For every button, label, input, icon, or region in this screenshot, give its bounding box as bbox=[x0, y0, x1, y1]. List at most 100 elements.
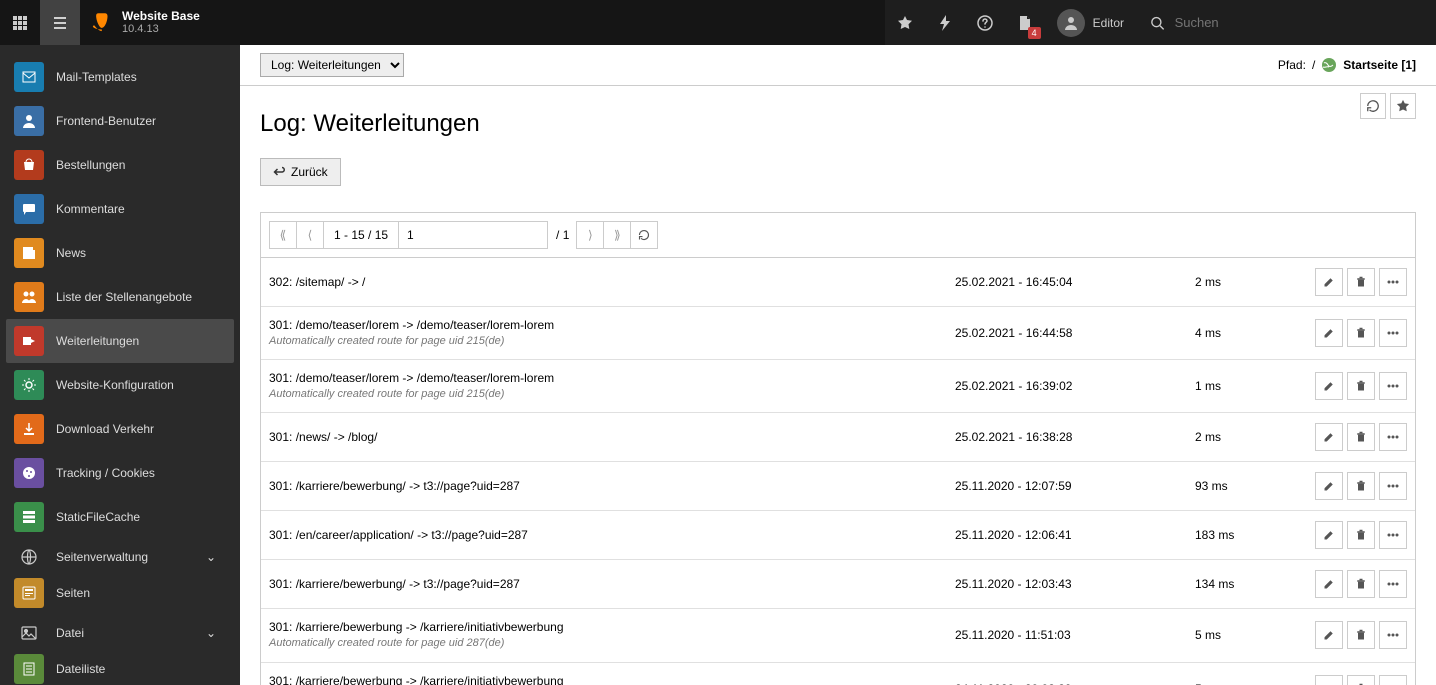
sidebar-item-label: Website-Konfiguration bbox=[56, 378, 174, 392]
edit-button[interactable] bbox=[1315, 472, 1343, 500]
sidebar-item-label: Bestellungen bbox=[56, 158, 125, 172]
delete-button[interactable] bbox=[1347, 472, 1375, 500]
apps-button[interactable] bbox=[0, 0, 40, 45]
bestellungen-icon bbox=[14, 150, 44, 180]
search-input[interactable] bbox=[1175, 15, 1422, 30]
more-button[interactable] bbox=[1379, 472, 1407, 500]
delete-button[interactable] bbox=[1347, 675, 1375, 685]
group-datei[interactable]: Datei ⌄ bbox=[6, 615, 234, 647]
more-button[interactable] bbox=[1379, 521, 1407, 549]
more-button[interactable] bbox=[1379, 621, 1407, 649]
page-prev-button[interactable]: ⟨ bbox=[296, 221, 324, 249]
row-title: 301: /news/ -> /blog/ bbox=[269, 429, 955, 446]
notifications-button[interactable]: 4 bbox=[1005, 0, 1045, 45]
page-next-button[interactable]: ⟩ bbox=[576, 221, 604, 249]
edit-button[interactable] bbox=[1315, 521, 1343, 549]
user-icon bbox=[1063, 15, 1079, 31]
user-menu[interactable]: Editor bbox=[1045, 0, 1136, 45]
pencil-icon bbox=[1323, 431, 1335, 443]
log-panel: ⟪ ⟨ 1 - 15 / 15 / 1 ⟩ ⟫ 302: /sitemap/ -… bbox=[260, 212, 1416, 685]
sidebar-item-stellenangebote[interactable]: Liste der Stellenangebote bbox=[6, 275, 234, 319]
sidebar-item-dateiliste[interactable]: Dateiliste bbox=[6, 647, 234, 685]
module-select[interactable]: Log: Weiterleitungen bbox=[260, 53, 404, 77]
sidebar-item-seiten[interactable]: Seiten bbox=[6, 571, 234, 615]
bookmark-button[interactable] bbox=[885, 0, 925, 45]
ellipsis-icon bbox=[1387, 633, 1399, 637]
log-row: 301: /karriere/bewerbung -> /karriere/in… bbox=[261, 609, 1415, 662]
page-input[interactable] bbox=[398, 221, 548, 249]
log-row: 302: /sitemap/ -> /25.02.2021 - 16:45:04… bbox=[261, 258, 1415, 307]
page-first-button[interactable]: ⟪ bbox=[269, 221, 297, 249]
row-subtitle: Automatically created route for page uid… bbox=[269, 636, 955, 651]
page-reload-button[interactable] bbox=[630, 221, 658, 249]
sidebar-item-label: Download Verkehr bbox=[56, 422, 154, 436]
edit-button[interactable] bbox=[1315, 621, 1343, 649]
search-block[interactable] bbox=[1136, 0, 1436, 45]
pencil-icon bbox=[1323, 380, 1335, 392]
star-icon bbox=[897, 15, 913, 31]
more-button[interactable] bbox=[1379, 423, 1407, 451]
sidebar-item-mail-templates[interactable]: Mail-Templates bbox=[6, 55, 234, 99]
edit-button[interactable] bbox=[1315, 423, 1343, 451]
more-button[interactable] bbox=[1379, 675, 1407, 685]
edit-button[interactable] bbox=[1315, 372, 1343, 400]
refresh-button[interactable] bbox=[1360, 93, 1386, 119]
more-button[interactable] bbox=[1379, 319, 1407, 347]
delete-button[interactable] bbox=[1347, 570, 1375, 598]
sidebar-item-news[interactable]: News bbox=[6, 231, 234, 275]
stellenangebote-icon bbox=[14, 282, 44, 312]
trash-icon bbox=[1355, 578, 1367, 590]
delete-button[interactable] bbox=[1347, 319, 1375, 347]
sidebar-item-tracking-cookies[interactable]: Tracking / Cookies bbox=[6, 451, 234, 495]
root-page-link[interactable]: Startseite [1] bbox=[1343, 58, 1416, 72]
delete-button[interactable] bbox=[1347, 372, 1375, 400]
clear-cache-button[interactable] bbox=[925, 0, 965, 45]
apps-icon bbox=[12, 15, 28, 31]
delete-button[interactable] bbox=[1347, 621, 1375, 649]
more-button[interactable] bbox=[1379, 268, 1407, 296]
page-last-button[interactable]: ⟫ bbox=[603, 221, 631, 249]
sidebar-item-frontend-benutzer[interactable]: Frontend-Benutzer bbox=[6, 99, 234, 143]
sidebar-item-weiterleitungen[interactable]: Weiterleitungen bbox=[6, 319, 234, 363]
avatar bbox=[1057, 9, 1085, 37]
ellipsis-icon bbox=[1387, 484, 1399, 488]
edit-button[interactable] bbox=[1315, 319, 1343, 347]
more-button[interactable] bbox=[1379, 372, 1407, 400]
row-date: 25.02.2021 - 16:45:04 bbox=[955, 275, 1195, 289]
ellipsis-icon bbox=[1387, 533, 1399, 537]
log-row: 301: /demo/teaser/lorem -> /demo/teaser/… bbox=[261, 307, 1415, 360]
row-duration: 183 ms bbox=[1195, 528, 1305, 542]
sidebar-item-label: Tracking / Cookies bbox=[56, 466, 155, 480]
delete-button[interactable] bbox=[1347, 521, 1375, 549]
bookmark-page-button[interactable] bbox=[1390, 93, 1416, 119]
return-icon bbox=[273, 166, 285, 178]
edit-button[interactable] bbox=[1315, 675, 1343, 685]
delete-button[interactable] bbox=[1347, 423, 1375, 451]
sidebar-item-staticfilecache[interactable]: StaticFileCache bbox=[6, 495, 234, 539]
row-duration: 4 ms bbox=[1195, 326, 1305, 340]
edit-button[interactable] bbox=[1315, 268, 1343, 296]
row-duration: 1 ms bbox=[1195, 379, 1305, 393]
bolt-icon bbox=[938, 15, 952, 31]
back-button[interactable]: Zurück bbox=[260, 158, 341, 186]
search-icon bbox=[1150, 15, 1165, 31]
delete-button[interactable] bbox=[1347, 268, 1375, 296]
sidebar-item-website-konfiguration[interactable]: Website-Konfiguration bbox=[6, 363, 234, 407]
modules-button[interactable] bbox=[40, 0, 80, 45]
sidebar-item-bestellungen[interactable]: Bestellungen bbox=[6, 143, 234, 187]
help-icon bbox=[977, 15, 993, 31]
row-title: 301: /karriere/bewerbung -> /karriere/in… bbox=[269, 673, 955, 685]
group-seitenverwaltung[interactable]: Seitenverwaltung ⌄ bbox=[6, 539, 234, 571]
page-title: Log: Weiterleitungen bbox=[240, 86, 1436, 152]
trash-icon bbox=[1355, 276, 1367, 288]
more-button[interactable] bbox=[1379, 570, 1407, 598]
sidebar-item-download-verkehr[interactable]: Download Verkehr bbox=[6, 407, 234, 451]
log-row: 301: /en/career/application/ -> t3://pag… bbox=[261, 511, 1415, 560]
edit-button[interactable] bbox=[1315, 570, 1343, 598]
help-button[interactable] bbox=[965, 0, 1005, 45]
trash-icon bbox=[1355, 380, 1367, 392]
sidebar-item-kommentare[interactable]: Kommentare bbox=[6, 187, 234, 231]
logo-block[interactable]: Website Base 10.4.13 bbox=[80, 0, 214, 45]
sidebar: Mail-TemplatesFrontend-Benutzer Bestellun… bbox=[0, 45, 240, 685]
pagination: ⟪ ⟨ 1 - 15 / 15 / 1 ⟩ ⟫ bbox=[261, 213, 1415, 258]
